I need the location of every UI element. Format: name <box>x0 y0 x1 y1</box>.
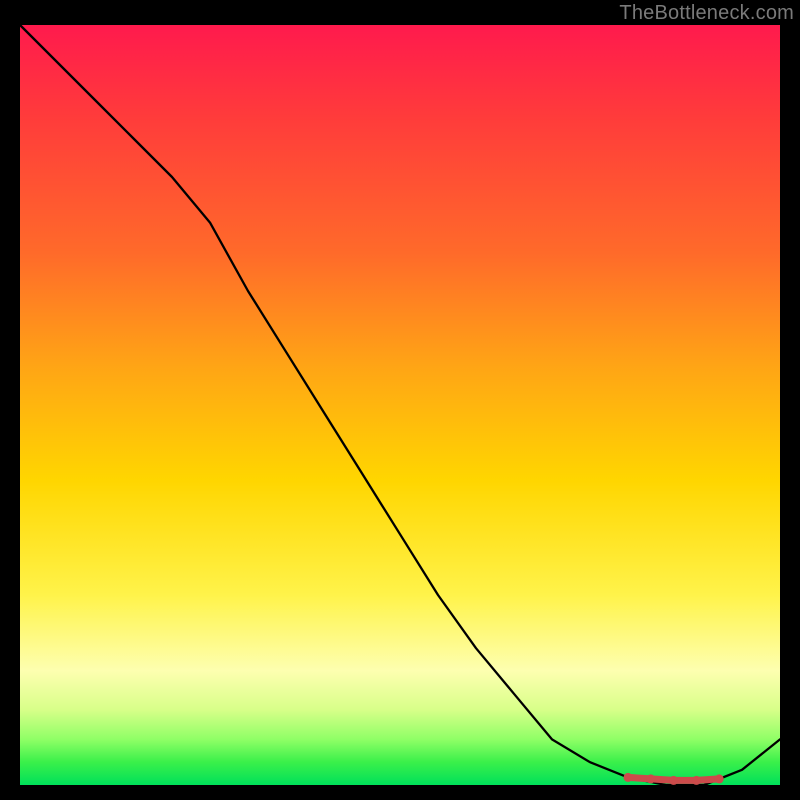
main-line-series <box>20 25 780 785</box>
chart-stage: TheBottleneck.com <box>0 0 800 800</box>
attribution-label: TheBottleneck.com <box>619 2 794 25</box>
plot-area <box>20 25 780 785</box>
marker-dot <box>715 774 724 783</box>
chart-overlay <box>20 25 780 785</box>
marker-dot <box>692 776 701 785</box>
marker-dot <box>646 774 655 783</box>
marker-group <box>624 773 724 785</box>
marker-dot <box>624 773 633 782</box>
marker-dot <box>669 776 678 785</box>
